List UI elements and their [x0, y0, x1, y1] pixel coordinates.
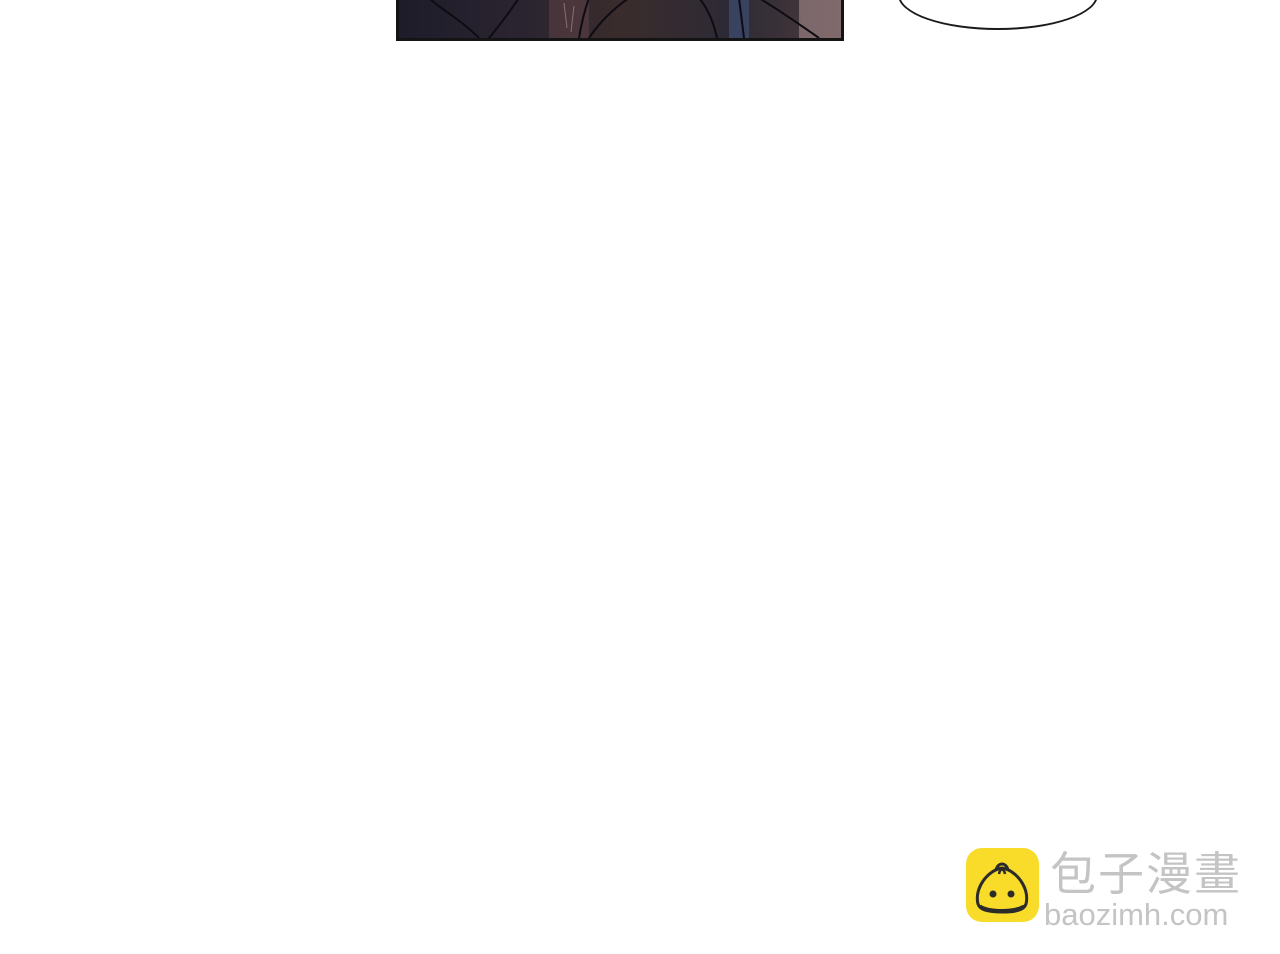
steamed-bun-icon	[966, 848, 1039, 922]
watermark-url: baozimh.com	[1044, 897, 1229, 932]
comic-page: 包子漫畫 baozimh.com	[0, 0, 1280, 954]
speech-bubble-fragment	[898, 0, 1098, 30]
watermark-title: 包子漫畫	[1050, 847, 1242, 901]
comic-panel-fragment	[396, 0, 844, 41]
site-watermark: 包子漫畫 baozimh.com	[966, 847, 1266, 932]
panel-artwork	[429, 0, 841, 38]
